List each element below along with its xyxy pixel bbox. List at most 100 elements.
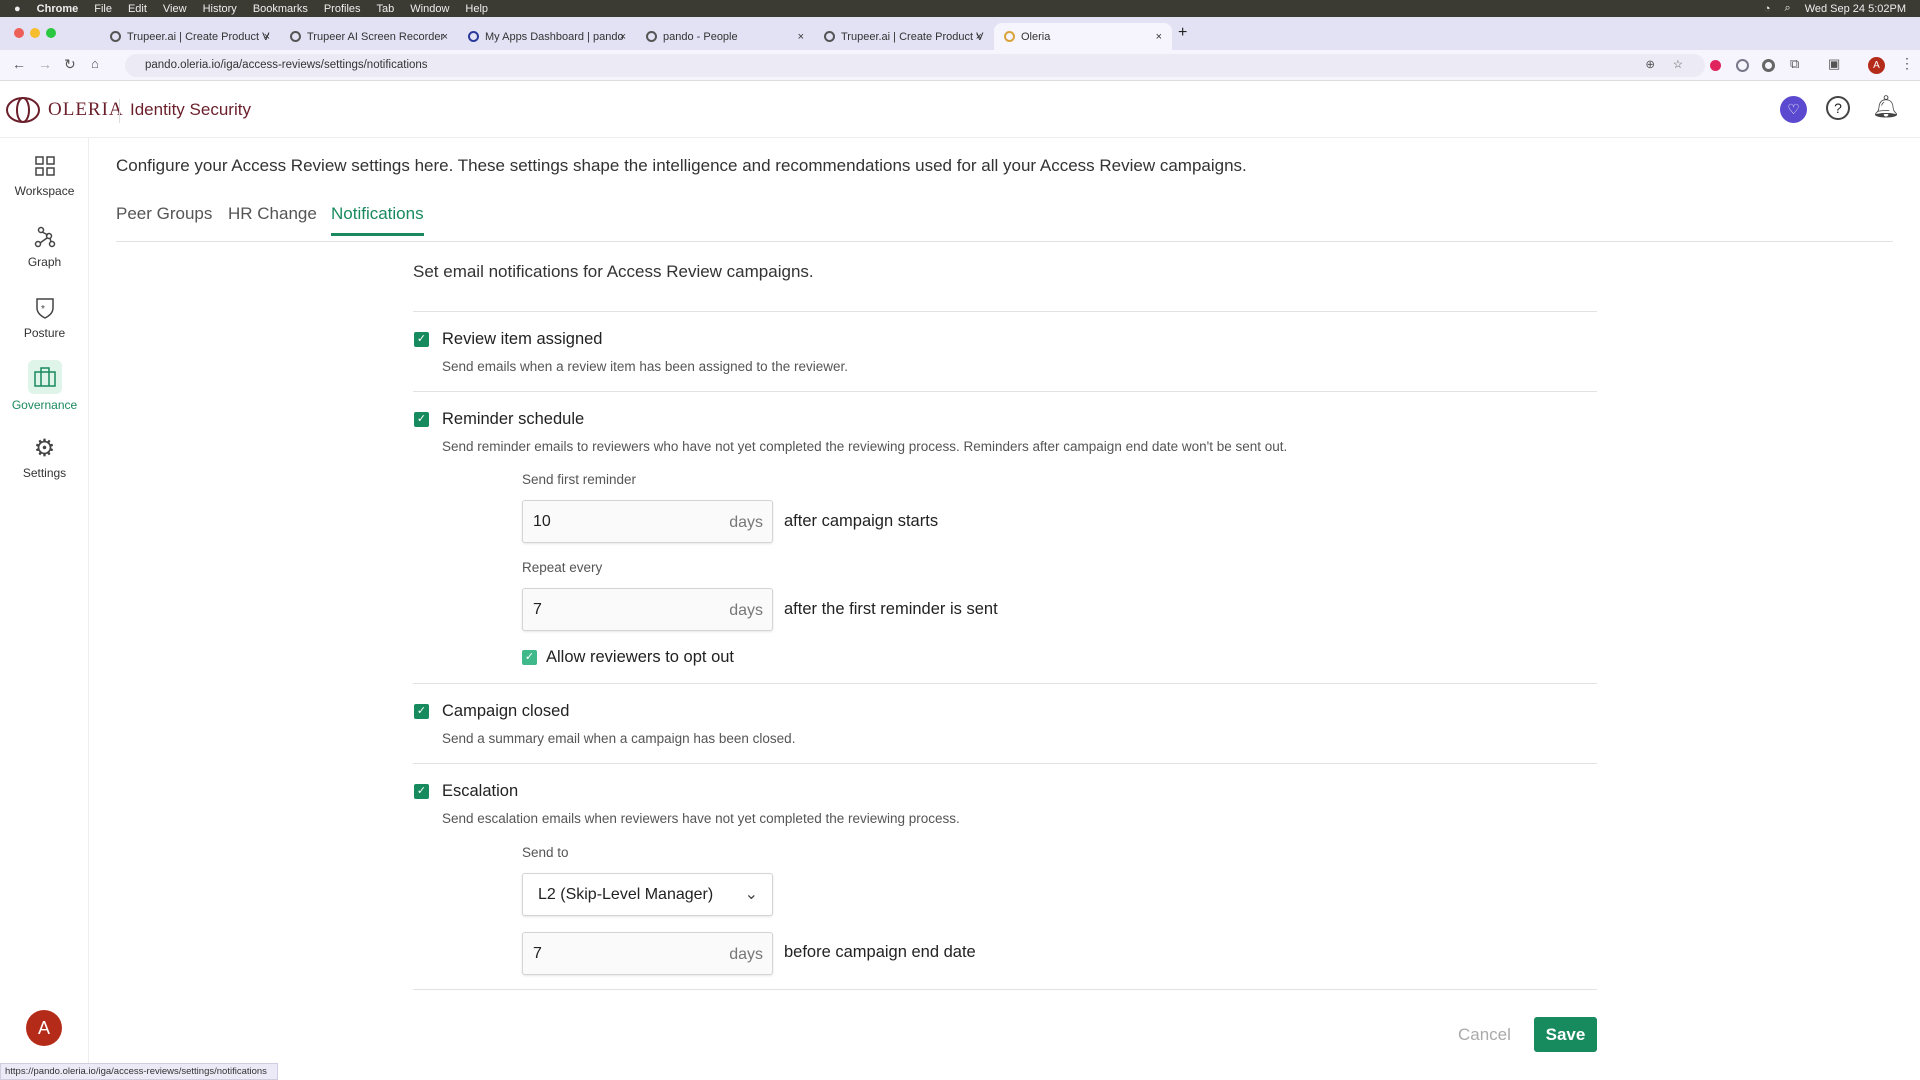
logo-text: OLERIA bbox=[48, 99, 124, 121]
extension-record-icon[interactable] bbox=[1710, 60, 1721, 71]
sidebar-item-governance[interactable]: Governance bbox=[0, 360, 89, 412]
close-window-button[interactable] bbox=[14, 28, 24, 38]
menu-edit[interactable]: Edit bbox=[128, 3, 147, 15]
close-tab-icon[interactable]: × bbox=[620, 31, 626, 43]
oleria-logo-icon[interactable] bbox=[5, 96, 41, 124]
favicon-icon bbox=[468, 31, 479, 42]
first-reminder-label: Send first reminder bbox=[522, 472, 636, 487]
profile-avatar[interactable]: A bbox=[1868, 57, 1885, 74]
tab-notifications[interactable]: Notifications bbox=[331, 204, 424, 236]
favicon-icon bbox=[1004, 31, 1015, 42]
extension-icon[interactable] bbox=[1736, 59, 1749, 72]
maximize-window-button[interactable] bbox=[46, 28, 56, 38]
menu-app[interactable]: Chrome bbox=[37, 3, 79, 15]
sidebar-label: Graph bbox=[28, 255, 61, 269]
briefcase-icon bbox=[28, 360, 62, 394]
forward-icon[interactable]: → bbox=[38, 56, 52, 72]
minimize-window-button[interactable] bbox=[30, 28, 40, 38]
browser-tab[interactable]: Trupeer.ai | Create Product V× bbox=[814, 23, 992, 50]
campaign-closed-checkbox[interactable]: ✓ bbox=[414, 704, 429, 719]
reminder-schedule-checkbox[interactable]: ✓ bbox=[414, 412, 429, 427]
first-reminder-input[interactable]: 10 days bbox=[522, 500, 773, 543]
unit-label: days bbox=[729, 514, 763, 532]
graph-icon bbox=[31, 223, 59, 251]
menu-window[interactable]: Window bbox=[410, 3, 449, 15]
sidebar-item-graph[interactable]: Graph bbox=[0, 223, 89, 269]
review-item-title: Review item assigned bbox=[442, 330, 603, 349]
zoom-icon[interactable]: ⊕ bbox=[1645, 57, 1655, 71]
reminder-schedule-desc: Send reminder emails to reviewers who ha… bbox=[442, 439, 1287, 454]
macos-menubar: ● Chrome File Edit View History Bookmark… bbox=[0, 0, 1920, 17]
side-panel-icon[interactable]: ▣ bbox=[1828, 56, 1840, 72]
opt-out-label: Allow reviewers to opt out bbox=[546, 648, 734, 667]
back-icon[interactable]: ← bbox=[12, 56, 26, 72]
browser-menu-icon[interactable]: ⋮ bbox=[1900, 55, 1914, 72]
tab-title: Trupeer.ai | Create Product V bbox=[127, 31, 269, 43]
tab-peer-groups[interactable]: Peer Groups bbox=[116, 204, 212, 224]
search-icon[interactable]: ⌕ bbox=[1785, 2, 1791, 15]
escalation-days-input[interactable]: 7days bbox=[522, 932, 773, 975]
apple-icon[interactable]: ● bbox=[14, 3, 21, 15]
divider bbox=[413, 763, 1597, 764]
send-to-select[interactable]: L2 (Skip-Level Manager)⌄ bbox=[522, 873, 773, 916]
close-tab-icon[interactable]: × bbox=[1156, 31, 1162, 43]
menu-help[interactable]: Help bbox=[465, 3, 488, 15]
menu-profiles[interactable]: Profiles bbox=[324, 3, 361, 15]
help-icon[interactable]: ? bbox=[1826, 96, 1850, 120]
user-avatar[interactable]: A bbox=[26, 1010, 62, 1046]
address-bar-row: ← → ↻ ⌂ pando.oleria.io/iga/access-revie… bbox=[0, 50, 1920, 81]
divider bbox=[413, 989, 1597, 990]
browser-tab[interactable]: Trupeer AI Screen Recorder× bbox=[280, 23, 458, 50]
sidebar-item-workspace[interactable]: Workspace bbox=[0, 152, 89, 198]
escalation-title: Escalation bbox=[442, 782, 518, 801]
wifi-icon[interactable]: ◔ bbox=[1764, 3, 1771, 15]
favicon-icon bbox=[110, 31, 121, 42]
clock[interactable]: Wed Sep 24 5:02PM bbox=[1805, 3, 1906, 15]
menu-view[interactable]: View bbox=[163, 3, 187, 15]
review-item-checkbox[interactable]: ✓ bbox=[414, 332, 429, 347]
extension-icon[interactable] bbox=[1762, 59, 1775, 72]
browser-tab[interactable]: My Apps Dashboard | pando× bbox=[458, 23, 636, 50]
campaign-closed-title: Campaign closed bbox=[442, 702, 570, 721]
menu-file[interactable]: File bbox=[94, 3, 112, 15]
assistant-icon[interactable]: ♡ bbox=[1780, 96, 1807, 123]
escalation-checkbox[interactable]: ✓ bbox=[414, 784, 429, 799]
close-tab-icon[interactable]: × bbox=[442, 31, 448, 43]
tab-hr-change[interactable]: HR Change bbox=[228, 204, 317, 224]
repeat-every-input[interactable]: 7days bbox=[522, 588, 773, 631]
reload-icon[interactable]: ↻ bbox=[64, 56, 76, 73]
app-header: OLERIA Identity Security ♡ ? 🔔︎ bbox=[0, 81, 1920, 138]
opt-out-checkbox[interactable]: ✓ bbox=[522, 650, 537, 665]
bell-icon[interactable]: 🔔︎ bbox=[1872, 94, 1900, 120]
url-input[interactable]: pando.oleria.io/iga/access-reviews/setti… bbox=[125, 54, 1705, 77]
campaign-closed-desc: Send a summary email when a campaign has… bbox=[442, 731, 795, 746]
home-icon[interactable]: ⌂ bbox=[91, 56, 99, 71]
menu-bookmarks[interactable]: Bookmarks bbox=[253, 3, 308, 15]
menu-tab[interactable]: Tab bbox=[377, 3, 395, 15]
close-tab-icon[interactable]: × bbox=[976, 31, 982, 43]
browser-tab[interactable]: pando - People× bbox=[636, 23, 814, 50]
favicon-icon bbox=[646, 31, 657, 42]
close-tab-icon[interactable]: × bbox=[264, 31, 270, 43]
bookmark-star-icon[interactable]: ☆ bbox=[1673, 57, 1683, 71]
browser-tab[interactable]: Trupeer.ai | Create Product V× bbox=[100, 23, 280, 50]
sidebar-item-posture[interactable]: *Posture bbox=[0, 294, 89, 340]
cancel-button[interactable]: Cancel bbox=[1458, 1025, 1511, 1045]
sidebar-item-settings[interactable]: ⚙Settings bbox=[0, 434, 89, 480]
close-tab-icon[interactable]: × bbox=[798, 31, 804, 43]
sidebar-label: Posture bbox=[24, 326, 65, 340]
unit-label: days bbox=[729, 946, 763, 964]
extensions-puzzle-icon[interactable]: ⧉ bbox=[1790, 56, 1799, 72]
browser-tab-active[interactable]: Oleria× bbox=[994, 23, 1172, 50]
tab-title: Trupeer AI Screen Recorder bbox=[307, 31, 444, 43]
page-description: Configure your Access Review settings he… bbox=[116, 156, 1247, 176]
review-item-desc: Send emails when a review item has been … bbox=[442, 359, 848, 374]
favicon-icon bbox=[290, 31, 301, 42]
new-tab-button[interactable]: + bbox=[1178, 24, 1187, 42]
input-value: 10 bbox=[533, 513, 551, 530]
reminder-schedule-title: Reminder schedule bbox=[442, 410, 584, 429]
select-value: L2 (Skip-Level Manager) bbox=[538, 886, 713, 903]
repeat-every-suffix: after the first reminder is sent bbox=[784, 600, 998, 619]
save-button[interactable]: Save bbox=[1534, 1017, 1597, 1052]
menu-history[interactable]: History bbox=[203, 3, 237, 15]
